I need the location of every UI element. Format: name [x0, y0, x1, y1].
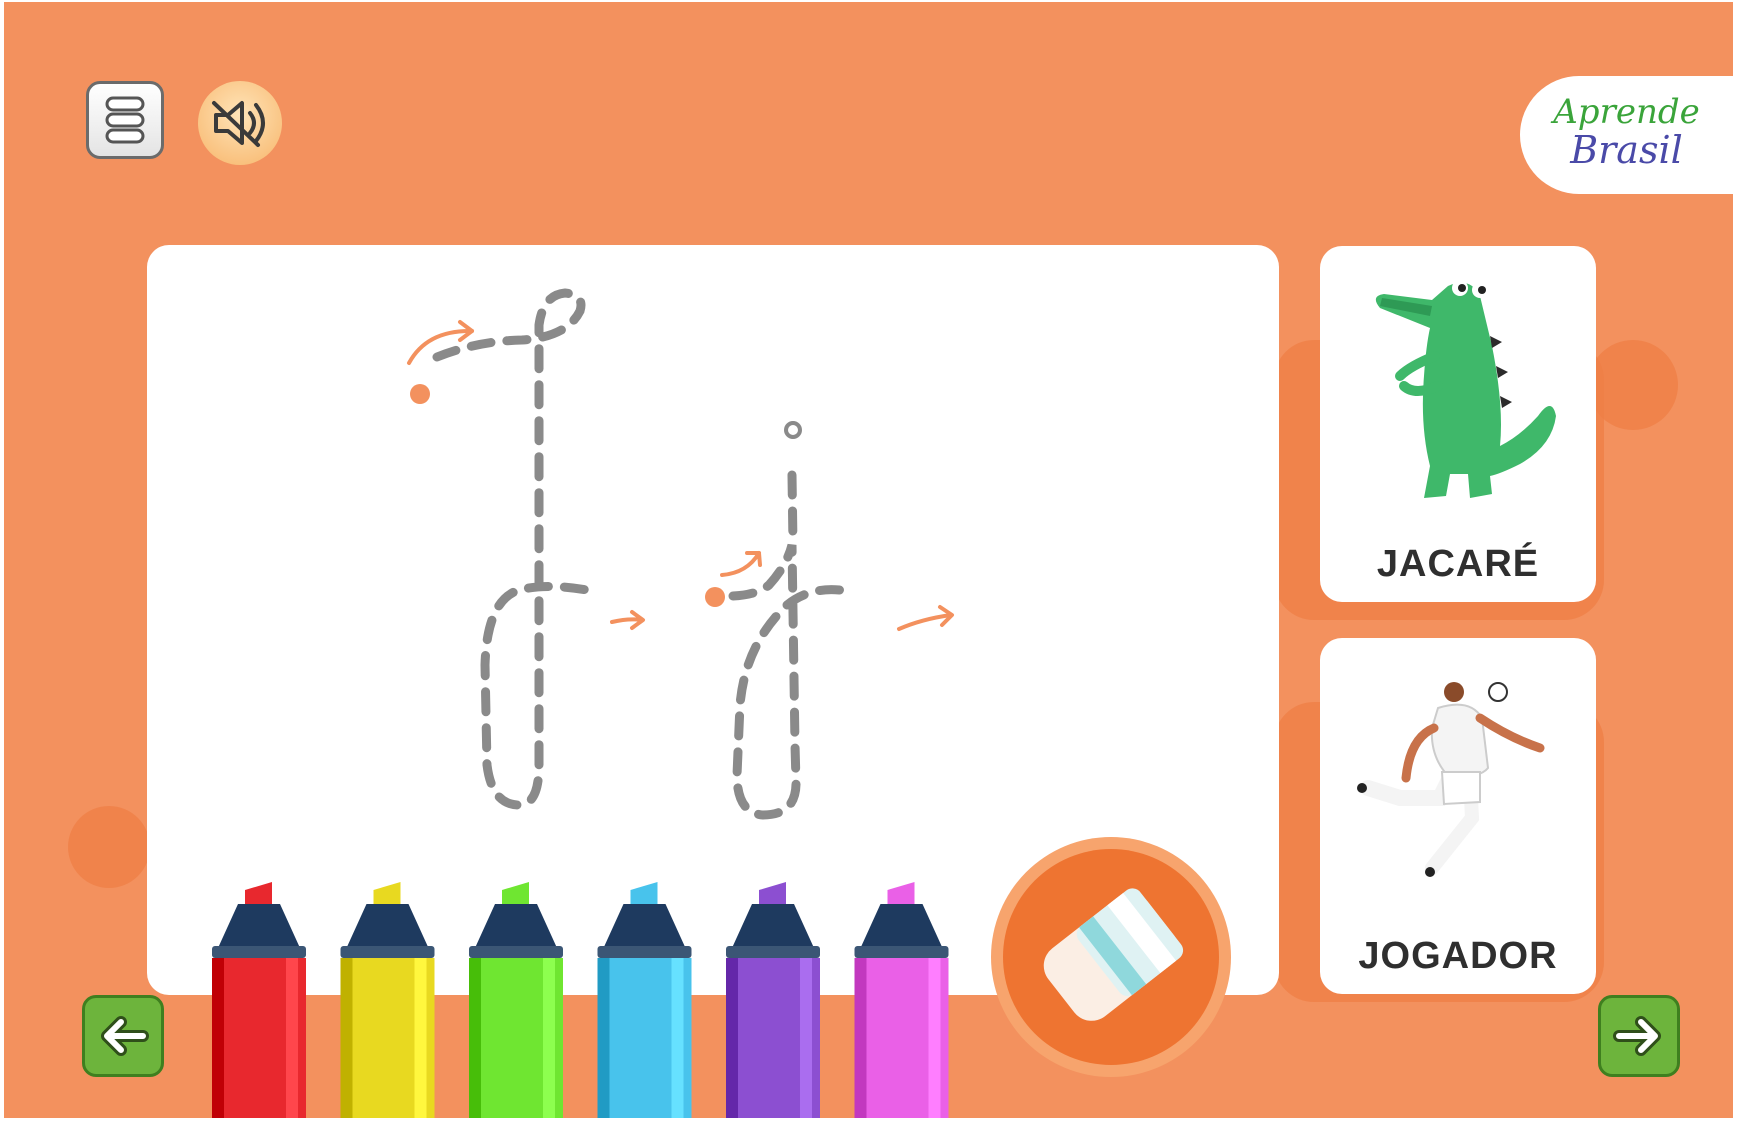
marker-purple[interactable] — [726, 882, 820, 1118]
eraser-icon — [991, 837, 1231, 1077]
arrow-left-icon — [101, 1016, 149, 1056]
next-button[interactable] — [1598, 995, 1680, 1077]
previous-button[interactable] — [82, 995, 164, 1077]
marker-blue[interactable] — [597, 882, 692, 1118]
marker-pink[interactable] — [854, 882, 949, 1118]
activity-stage: Aprende Brasil JACARÉ JOGADOR — [4, 2, 1733, 1118]
marker-red[interactable] — [212, 882, 306, 1118]
marker-palette — [212, 882, 949, 1118]
marker-yellow[interactable] — [340, 882, 435, 1118]
arrow-right-icon — [1613, 1016, 1661, 1056]
eraser-button[interactable] — [990, 836, 1232, 1078]
marker-green[interactable] — [469, 882, 563, 1118]
